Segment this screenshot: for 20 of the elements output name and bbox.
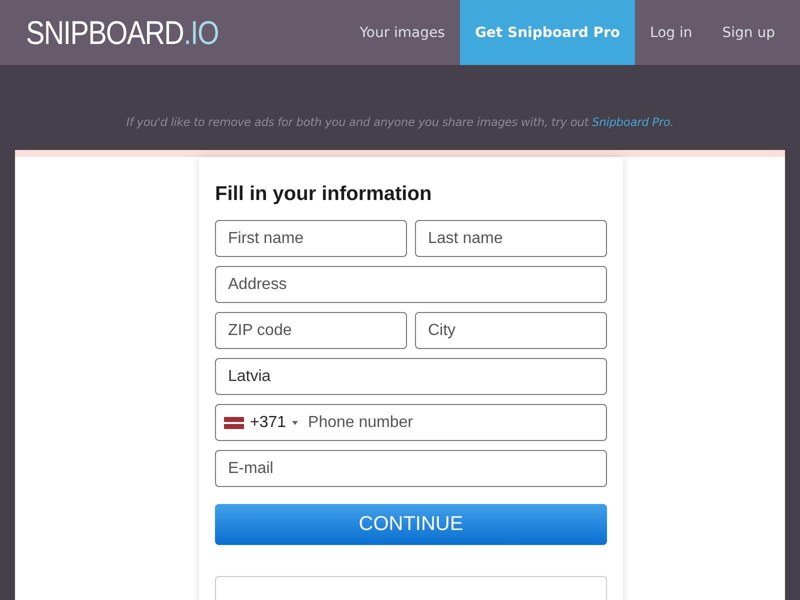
ad-notice: If you'd like to remove ads for both you and anyone you share images with, try out Snipboard Pro. bbox=[125, 114, 675, 131]
input-field[interactable]: City bbox=[415, 312, 607, 349]
phone-field[interactable]: +371 Phone number bbox=[215, 404, 607, 441]
input-field[interactable]: ZIP code bbox=[215, 312, 407, 349]
continue-button[interactable]: CONTINUE bbox=[215, 504, 607, 545]
nav-link[interactable]: Your images bbox=[344, 0, 460, 65]
caret-icon[interactable] bbox=[292, 420, 298, 424]
input-field[interactable]: E-mail bbox=[215, 450, 607, 487]
logo[interactable]: SNIPBOARD.IO bbox=[26, 14, 218, 52]
country-field[interactable]: Latvia bbox=[215, 358, 607, 395]
input-field[interactable]: Address bbox=[215, 266, 607, 303]
form-title: Fill in your information bbox=[215, 183, 433, 206]
flag-icon bbox=[224, 416, 244, 428]
input-field[interactable]: Last name bbox=[415, 220, 607, 257]
country-code[interactable]: +371 bbox=[250, 414, 286, 432]
nav-link[interactable]: Sign up bbox=[707, 0, 790, 65]
pro-link[interactable]: Snipboard Pro bbox=[592, 115, 670, 129]
nav-link[interactable]: Get Snipboard Pro bbox=[460, 0, 636, 65]
input-field[interactable]: First name bbox=[215, 220, 407, 257]
nav-link[interactable]: Log in bbox=[635, 0, 708, 65]
